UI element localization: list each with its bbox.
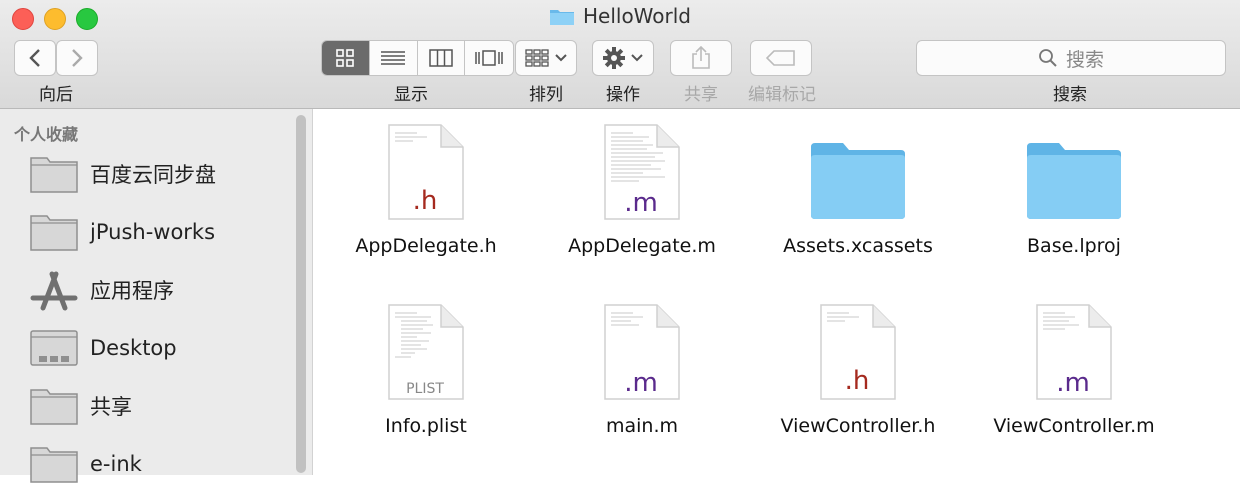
file-name: AppDelegate.h: [355, 235, 497, 257]
window-toolbar: HelloWorld 向后 显示 排列 操作 共享 编辑标记 搜索 搜索: [0, 0, 1240, 109]
list-view-button[interactable]: [369, 41, 418, 75]
sidebar-item-baidu-sync[interactable]: 百度云同步盘: [28, 152, 216, 196]
window-title: HelloWorld: [582, 4, 691, 28]
chevron-right-icon: [72, 49, 83, 67]
file-item[interactable]: Assets.xcassets: [758, 121, 958, 257]
edit-tags-label: 编辑标记: [748, 85, 816, 105]
file-item[interactable]: Base.lproj: [974, 121, 1174, 257]
sidebar-item-label: 应用程序: [90, 279, 174, 303]
file-item[interactable]: .m ViewController.m: [974, 301, 1174, 437]
back-label: 向后: [39, 85, 73, 105]
folder-icon: [811, 143, 905, 219]
search-label: 搜索: [1053, 85, 1087, 105]
gallery-view-button[interactable]: [465, 41, 513, 75]
file-item[interactable]: PLIST Info.plist: [326, 301, 526, 437]
chevron-left-icon: [29, 49, 40, 67]
folder-icon: [30, 447, 78, 483]
arrange-label: 排列: [529, 85, 563, 105]
plist-file-icon: PLIST: [388, 304, 464, 400]
action-button[interactable]: [592, 40, 654, 76]
window-title-bar: HelloWorld: [0, 4, 1240, 32]
columns-icon: [429, 49, 453, 67]
file-item[interactable]: .m AppDelegate.m: [542, 121, 742, 257]
edit-tags-button[interactable]: [750, 40, 812, 76]
share-icon: [692, 46, 710, 69]
file-name: Base.lproj: [1027, 235, 1121, 257]
folder-icon: [30, 215, 78, 251]
sidebar-item-label: 百度云同步盘: [90, 163, 216, 187]
file-item[interactable]: .m main.m: [542, 301, 742, 437]
svg-text:.m: .m: [1056, 368, 1090, 398]
arrange-grid-icon: [525, 49, 549, 67]
forward-button[interactable]: [56, 40, 98, 76]
sidebar-item-label: e-ink: [90, 452, 142, 476]
implementation-file-icon: .m: [604, 124, 680, 220]
desktop-icon: [30, 330, 78, 366]
sidebar: 个人收藏 百度云同步盘 jPush-works 应用程序 Desktop 共享 …: [0, 109, 313, 483]
share-label: 共享: [684, 85, 718, 105]
sidebar-scrollbar-thumb[interactable]: [296, 115, 306, 473]
list-icon: [381, 51, 406, 65]
sidebar-item-jpush-works[interactable]: jPush-works: [28, 210, 215, 254]
search-field[interactable]: 搜索: [916, 40, 1226, 76]
sidebar-item-e-ink[interactable]: e-ink: [28, 442, 142, 486]
file-browser: .h AppDelegate.h .m AppDelegate.m Assets…: [314, 109, 1240, 475]
chevron-down-icon: [631, 54, 643, 62]
file-item[interactable]: .h ViewController.h: [758, 301, 958, 437]
sidebar-item-label: 共享: [90, 395, 132, 419]
view-mode-control: [321, 40, 514, 76]
sidebar-item-desktop[interactable]: Desktop: [28, 326, 177, 370]
tag-icon: [766, 50, 795, 66]
implementation-file-icon: .m: [1036, 304, 1112, 400]
folder-icon: [30, 157, 78, 193]
implementation-file-icon: .m: [604, 304, 680, 400]
back-button[interactable]: [14, 40, 56, 76]
sidebar-item-shared[interactable]: 共享: [28, 384, 132, 428]
chevron-down-icon: [555, 54, 567, 62]
view-label: 显示: [394, 85, 428, 105]
svg-text:.m: .m: [624, 368, 658, 398]
share-button[interactable]: [670, 40, 732, 76]
folder-icon: [549, 9, 574, 25]
sidebar-item-applications[interactable]: 应用程序: [28, 268, 174, 312]
svg-text:.h: .h: [413, 186, 438, 216]
search-icon: [1039, 49, 1057, 67]
file-name: Assets.xcassets: [783, 235, 933, 257]
column-view-button[interactable]: [417, 41, 466, 75]
file-item[interactable]: .h AppDelegate.h: [326, 121, 526, 257]
header-file-icon: .h: [388, 124, 464, 220]
svg-text:.h: .h: [845, 366, 870, 396]
gear-icon: [603, 47, 625, 69]
arrange-button[interactable]: [515, 40, 577, 76]
icon-view-button[interactable]: [322, 41, 370, 75]
file-name: ViewController.h: [780, 415, 936, 437]
cover-flow-icon: [475, 50, 503, 66]
applications-icon: [30, 271, 78, 311]
file-name: ViewController.m: [993, 415, 1155, 437]
svg-text:.m: .m: [624, 188, 658, 218]
file-name: main.m: [605, 415, 679, 437]
action-label: 操作: [606, 85, 640, 105]
search-placeholder: 搜索: [1065, 48, 1104, 71]
sidebar-item-label: jPush-works: [90, 220, 216, 244]
folder-icon: [1027, 143, 1121, 219]
grid-icon: [336, 49, 355, 67]
svg-text:PLIST: PLIST: [406, 381, 444, 397]
file-name: Info.plist: [385, 415, 467, 437]
file-name: AppDelegate.m: [568, 235, 716, 257]
sidebar-section-favorites: 个人收藏: [14, 125, 79, 144]
header-file-icon: .h: [820, 304, 896, 400]
sidebar-item-label: Desktop: [90, 336, 177, 360]
folder-icon: [30, 389, 78, 425]
